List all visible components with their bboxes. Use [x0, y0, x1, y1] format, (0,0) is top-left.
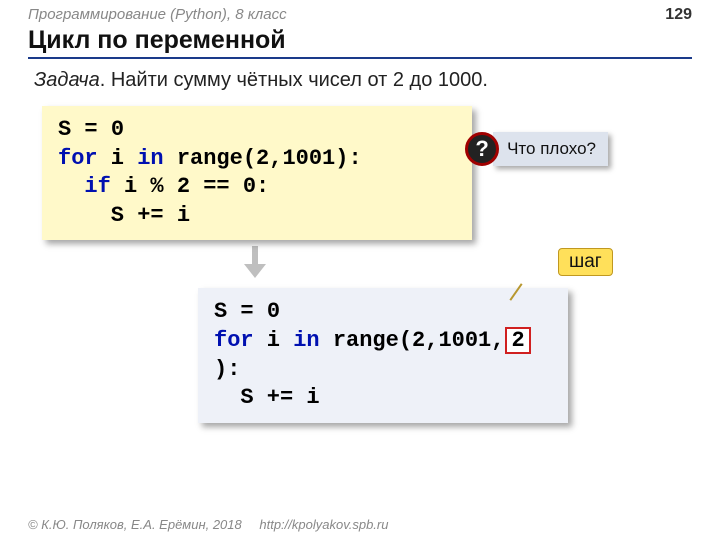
code-block-1: S = 0 for i in range(2,1001): if i % 2 =…: [42, 106, 472, 240]
step-label: шаг: [558, 248, 613, 276]
code-line: S += i: [58, 202, 456, 231]
arrow-down-head-icon: [244, 264, 266, 278]
step-value: 2: [505, 327, 530, 354]
task-text: Задача. Найти сумму чётных чисел от 2 до…: [34, 69, 692, 92]
code-block-2: S = 0 for i in range(2,1001,2): S += i: [198, 288, 568, 422]
code-line: S += i: [214, 384, 552, 413]
callout: ? Что плохо?: [465, 132, 608, 166]
callout-text: Что плохо?: [493, 132, 608, 166]
footer-url: http://kpolyakov.spb.ru: [259, 517, 388, 532]
code-line: S = 0: [214, 298, 552, 327]
copyright: © К.Ю. Поляков, Е.А. Ерёмин, 2018: [28, 517, 242, 532]
arrow-down-icon: [252, 246, 258, 264]
page-number: 129: [665, 6, 692, 24]
code-line: for i in range(2,1001):: [58, 145, 456, 174]
footer: © К.Ю. Поляков, Е.А. Ерёмин, 2018 http:/…: [28, 517, 388, 532]
question-icon: ?: [465, 132, 499, 166]
page-title: Цикл по переменной: [28, 26, 692, 59]
code-line: for i in range(2,1001,2):: [214, 327, 552, 384]
task-label: Задача: [34, 69, 100, 91]
task-body: . Найти сумму чётных чисел от 2 до 1000.: [100, 69, 488, 91]
code-line: if i % 2 == 0:: [58, 173, 456, 202]
code-line: S = 0: [58, 116, 456, 145]
course-label: Программирование (Python), 8 класс: [28, 6, 287, 24]
